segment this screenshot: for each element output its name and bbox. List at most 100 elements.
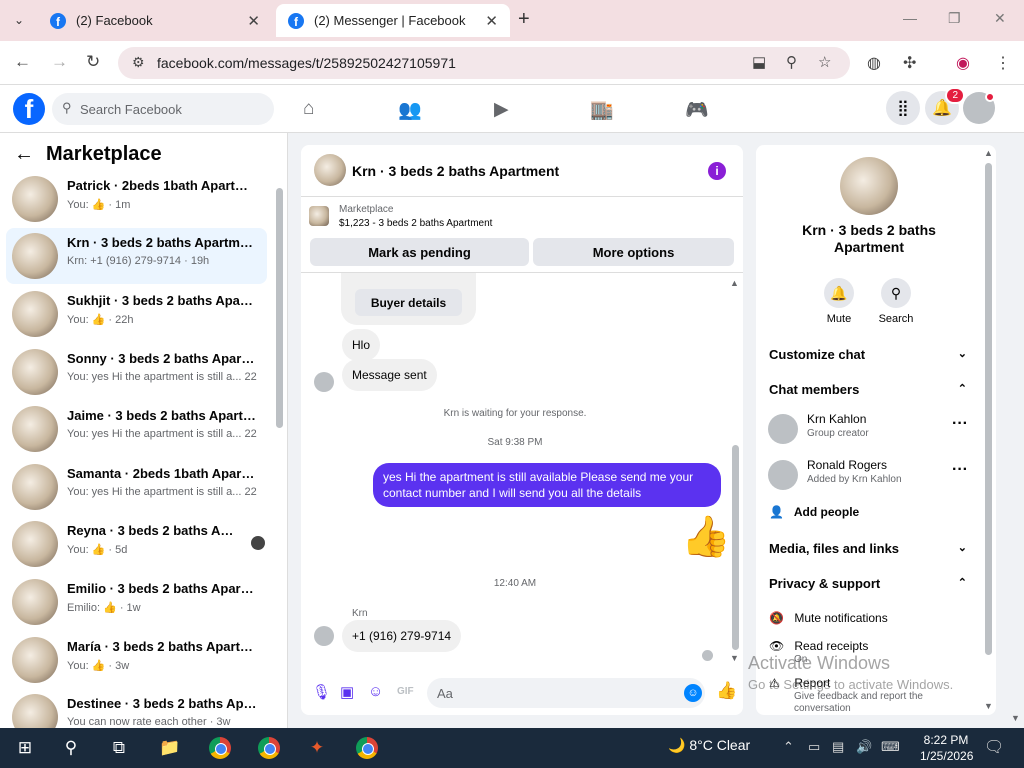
conversation-item[interactable]: Reyna · 3 beds 2 baths Apart... You: 👍 ·… [6, 516, 267, 572]
menu-grid-icon[interactable]: ⣿ [886, 91, 920, 125]
chat-members-section[interactable]: Chat members ⌃ [769, 382, 967, 397]
read-receipts-item[interactable]: 👁 Read receipts On [769, 639, 969, 665]
task-view-icon[interactable]: ⧉ [106, 736, 132, 760]
conversation-item[interactable]: Samanta · 2beds 1bath Apartme... You: ye… [6, 459, 267, 515]
back-icon[interactable]: ← [14, 52, 31, 72]
zoom-icon[interactable]: ⚲ [786, 53, 797, 71]
forward-icon[interactable]: → [51, 52, 68, 72]
show-hidden-icons-icon[interactable]: ⌃ [783, 739, 794, 755]
conversation-item[interactable]: Destinee · 3 beds 2 baths Apart... You c… [6, 689, 267, 728]
mute-action[interactable]: 🔔 Mute [814, 278, 864, 325]
info-icon[interactable]: i [708, 162, 726, 180]
globe-extension-icon[interactable]: ◍ [867, 53, 881, 73]
close-tab-icon[interactable]: ✕ [485, 12, 498, 30]
customize-chat-section[interactable]: Customize chat ⌄ [769, 347, 967, 362]
facebook-logo-icon[interactable]: f [13, 93, 45, 125]
new-tab-icon[interactable]: + [518, 8, 530, 31]
profile-icon[interactable]: ◉ [956, 53, 970, 73]
conversation-item[interactable]: María · 3 beds 2 baths Apartment You: 👍 … [6, 632, 267, 688]
conversation-item[interactable]: Jaime · 3 beds 2 baths Apartment You: ye… [6, 401, 267, 457]
chrome-app-icon[interactable] [207, 736, 233, 760]
close-tab-icon[interactable]: ✕ [247, 12, 260, 30]
weather-widget[interactable]: 🌙 8°C Clear [668, 737, 750, 754]
conversation-item[interactable]: Sonny · 3 beds 2 baths Apartme... You: y… [6, 344, 267, 400]
conversation-item[interactable]: Emilio · 3 beds 2 baths Apartme... Emili… [6, 574, 267, 630]
browser-tab-messenger[interactable]: f (2) Messenger | Facebook ✕ [276, 4, 510, 37]
pinned-app-icon[interactable]: ✦ [304, 736, 330, 760]
buyer-details-button[interactable]: Buyer details [355, 289, 462, 316]
windows-start-icon[interactable]: ⊞ [12, 736, 38, 760]
scroll-up-icon[interactable]: ▲ [984, 148, 993, 158]
search-input[interactable] [80, 93, 266, 125]
reload-icon[interactable]: ↻ [86, 52, 100, 72]
conversation-item[interactable]: Patrick · 2beds 1bath Apartment You: 👍 ·… [6, 171, 267, 227]
friends-icon[interactable]: 👥 [398, 98, 422, 122]
message-input-box[interactable]: ☺ [427, 678, 705, 708]
scroll-down-icon[interactable]: ▼ [984, 701, 993, 711]
chat-avatar[interactable] [314, 154, 346, 186]
chrome-app-icon[interactable] [256, 736, 282, 760]
site-info-icon[interactable]: ⚙ [132, 54, 145, 71]
member-item[interactable]: Krn Kahlon Group creator ··· [768, 411, 968, 451]
address-bar[interactable]: ⚙ facebook.com/messages/t/25892502427105… [118, 47, 850, 79]
facebook-search[interactable]: ⚲ [52, 93, 274, 125]
file-explorer-icon[interactable]: 📁 [157, 736, 183, 760]
media-files-section[interactable]: Media, files and links ⌄ [769, 541, 967, 556]
restore-icon[interactable]: ❐ [948, 10, 961, 27]
gaming-icon[interactable]: 🎮 [685, 98, 709, 122]
chat-details-panel: Krn · 3 beds 2 baths Apartment 🔔 Mute ⚲ … [756, 145, 996, 715]
watermark-line-2: Go to Settings to activate Windows. [748, 677, 954, 692]
home-icon[interactable]: ⌂ [303, 98, 314, 120]
send-like-icon[interactable]: 👍 [716, 681, 737, 701]
page-scroll-down-icon[interactable]: ▼ [1011, 713, 1020, 723]
window-close-icon[interactable]: ✕ [994, 10, 1006, 27]
browser-menu-icon[interactable]: ⋮ [995, 53, 1011, 73]
more-options-icon[interactable]: ··· [952, 415, 968, 433]
conversation-item[interactable]: Sukhjit · 3 beds 2 baths Apartm... You: … [6, 286, 267, 342]
minimize-icon[interactable]: — [903, 10, 917, 26]
timestamp: Sat 9:38 PM [487, 437, 543, 448]
tab-search-menu-button[interactable]: ⌄ [6, 9, 32, 31]
install-app-icon[interactable]: ⬓ [752, 53, 766, 71]
video-icon[interactable]: ▶ [494, 98, 509, 121]
search-action[interactable]: ⚲ Search [871, 278, 921, 325]
sticker-icon[interactable]: ☺ [368, 683, 383, 700]
mark-as-pending-button[interactable]: Mark as pending [310, 238, 529, 266]
listing-thumbnail[interactable] [309, 206, 329, 226]
member-item[interactable]: Ronald Rogers Added by Krn Kahlon ··· [768, 457, 968, 497]
listing-avatar[interactable] [840, 157, 898, 215]
more-options-icon[interactable]: ··· [952, 461, 968, 479]
network-icon[interactable]: ▤ [832, 739, 844, 755]
sidebar-scrollbar[interactable] [276, 188, 283, 428]
meet-now-icon[interactable]: ▭ [808, 739, 820, 755]
message-input[interactable] [437, 678, 677, 708]
marketplace-icon[interactable]: 🏬 [590, 98, 614, 122]
chat-title[interactable]: Krn · 3 beds 2 baths Apartment [352, 163, 559, 179]
more-options-button[interactable]: More options [533, 238, 734, 266]
notification-center-icon[interactable]: 🗨 [984, 737, 1004, 757]
notifications-icon[interactable]: 🔔 2 [925, 87, 965, 125]
chrome-app-icon[interactable] [354, 736, 380, 760]
conversation-item-active[interactable]: Krn · 3 beds 2 baths Apartment Krn: +1 (… [6, 228, 267, 284]
microphone-icon[interactable]: 🎙 [312, 683, 331, 701]
search-icon[interactable]: ⚲ [58, 736, 84, 760]
listing-price-title[interactable]: $1,223 - 3 beds 2 baths Apartment [339, 218, 492, 229]
emoji-icon[interactable]: ☺ [684, 684, 702, 702]
volume-icon[interactable]: 🔊 [856, 739, 872, 755]
clock[interactable]: 8:22 PM 1/25/2026 [920, 732, 973, 764]
extensions-puzzle-icon[interactable]: ✣ [903, 53, 916, 73]
scroll-down-icon[interactable]: ▼ [730, 653, 739, 663]
photo-icon[interactable]: ▣ [340, 683, 354, 701]
url-text[interactable]: facebook.com/messages/t/2589250242710597… [157, 55, 456, 71]
gif-icon[interactable]: GIF [397, 686, 414, 697]
browser-tab-facebook[interactable]: f (2) Facebook ✕ [38, 4, 272, 37]
privacy-support-section[interactable]: Privacy & support ⌃ [769, 576, 967, 591]
details-scrollbar[interactable] [985, 163, 992, 655]
chat-scrollbar[interactable] [732, 445, 739, 650]
scroll-up-icon[interactable]: ▲ [730, 278, 739, 288]
mute-notifications-item[interactable]: 🔕 Mute notifications [769, 611, 969, 625]
bookmark-star-icon[interactable]: ☆ [818, 53, 831, 71]
back-arrow-icon[interactable]: ← [14, 143, 34, 166]
add-people-item[interactable]: 👤 Add people [769, 505, 969, 519]
keyboard-icon[interactable]: ⌨ [881, 739, 900, 755]
